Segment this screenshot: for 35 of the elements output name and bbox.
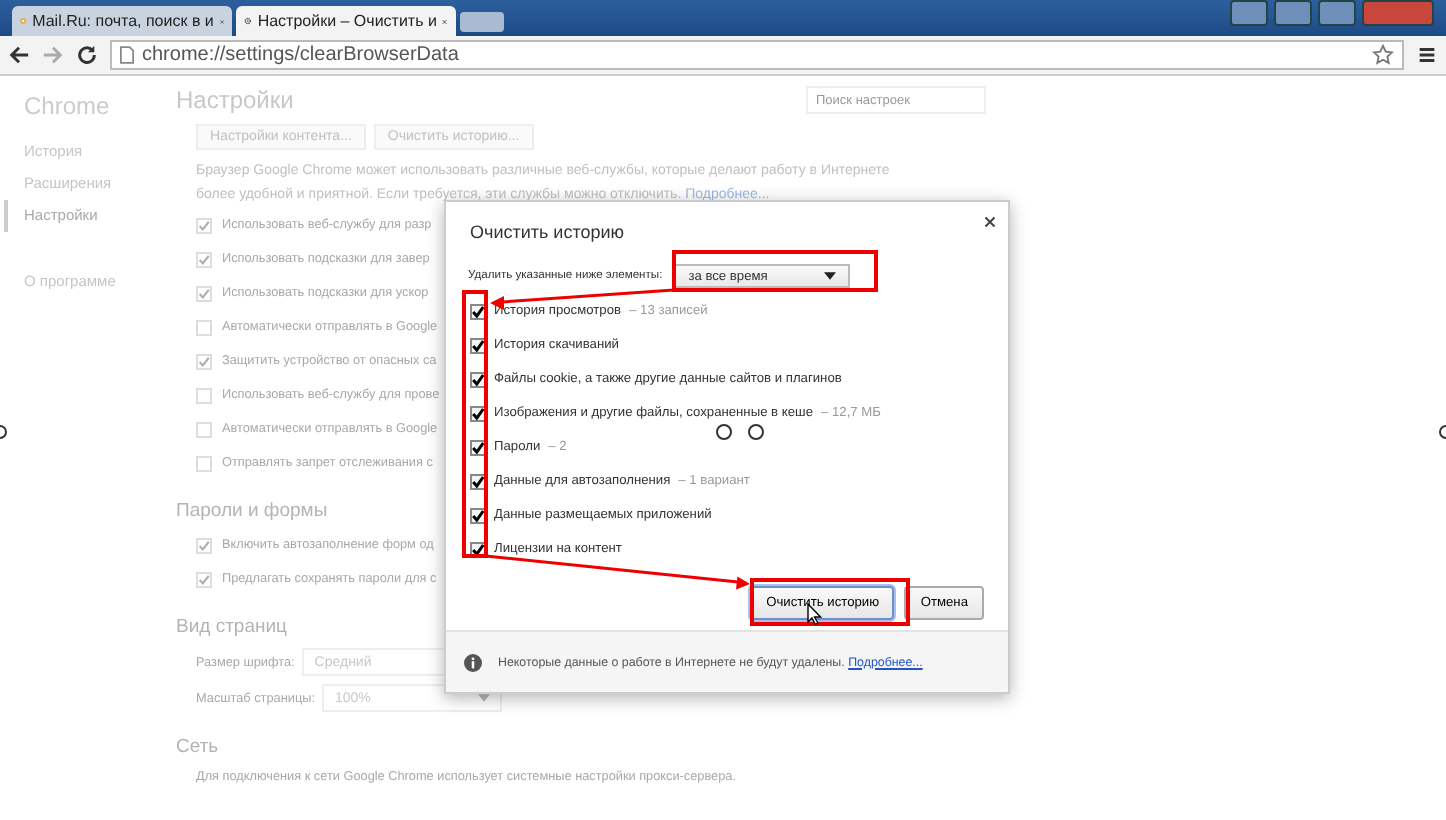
section-title: Вид страниц	[176, 614, 287, 642]
checkbox[interactable]	[470, 303, 486, 319]
checkbox[interactable]	[196, 537, 212, 553]
page-icon	[120, 46, 134, 64]
checkbox[interactable]	[470, 371, 486, 387]
checkbox[interactable]	[470, 337, 486, 353]
checkbox[interactable]	[470, 507, 486, 523]
minimize-button[interactable]	[1274, 0, 1312, 26]
checkbox[interactable]	[470, 405, 486, 421]
dialog-title: Очистить историю	[470, 222, 627, 246]
reload-icon[interactable]	[76, 44, 98, 66]
checkbox[interactable]	[196, 217, 212, 233]
checkbox[interactable]	[196, 571, 212, 587]
checkbox[interactable]	[196, 285, 212, 301]
checkbox[interactable]	[196, 353, 212, 369]
maximize-button[interactable]	[1318, 0, 1356, 26]
user-button[interactable]	[1230, 0, 1268, 26]
section-title: Пароли и формы	[176, 498, 328, 526]
browser-tab[interactable]: Настройки – Очистить и	[236, 6, 456, 36]
forward-icon[interactable]	[42, 44, 64, 66]
address-bar[interactable]: chrome://settings/clearBrowserData	[110, 40, 1404, 70]
star-icon[interactable]	[1372, 44, 1394, 66]
circle-icon	[716, 424, 732, 440]
checkbox[interactable]	[470, 439, 486, 455]
close-icon[interactable]	[984, 216, 996, 228]
close-window-button[interactable]	[1362, 0, 1434, 26]
caret-icon	[824, 272, 837, 280]
checkbox[interactable]	[470, 473, 486, 489]
circle-icon	[748, 424, 764, 440]
info-icon	[464, 653, 482, 671]
back-icon[interactable]	[8, 44, 30, 66]
browser-tab[interactable]: Mail.Ru: почта, поиск в и	[12, 6, 232, 36]
checkbox[interactable]	[196, 251, 212, 267]
menu-icon[interactable]	[1416, 44, 1438, 66]
section-title: Сеть	[176, 734, 219, 762]
